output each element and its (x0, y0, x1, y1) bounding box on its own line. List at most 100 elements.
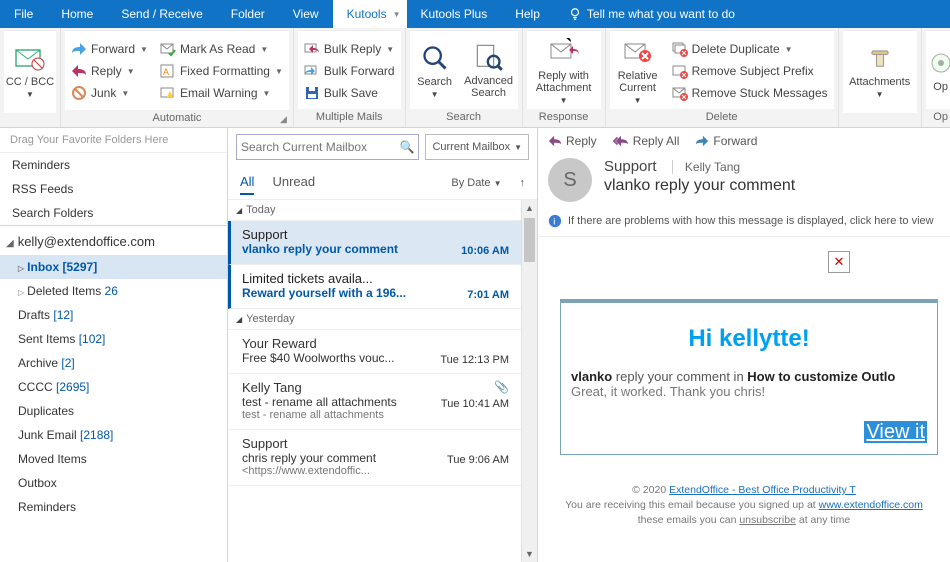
message-list-pane: 🔍 Current Mailbox▼ All Unread By Date ▼ … (228, 128, 538, 562)
chevron-down-icon: ▼ (121, 89, 129, 98)
list-scrollbar[interactable]: ▲ ▼ (521, 200, 537, 562)
menu-folder[interactable]: Folder (217, 0, 279, 28)
menu-tell-me[interactable]: Tell me what you want to do (554, 0, 749, 28)
reply-icon (548, 134, 562, 148)
folder-name: Junk Email (18, 428, 77, 442)
footer-brand-link[interactable]: ExtendOffice - Best Office Productivity … (669, 484, 856, 496)
auto-junk-button[interactable]: Junk▼ (69, 84, 150, 102)
date-group-header[interactable]: ◢Today (228, 200, 521, 221)
chevron-down-icon: ▼ (876, 90, 884, 99)
remove-stuck-button[interactable]: Remove Stuck Messages (670, 84, 830, 102)
nav-folder-archive[interactable]: Archive [2] (0, 351, 227, 375)
dialog-launcher-automatic[interactable]: ◢ (280, 114, 287, 125)
message-sender: Support (242, 436, 511, 451)
attachment-icon (864, 42, 896, 74)
unsubscribe-link[interactable]: unsubscribe (739, 514, 796, 526)
message-preview: <https://www.extendoffic... (242, 465, 511, 477)
scrollbar-thumb[interactable] (524, 218, 535, 262)
menu-help[interactable]: Help (501, 0, 554, 28)
group-label-options: Op (926, 109, 950, 127)
filter-all-tab[interactable]: All (240, 170, 254, 195)
sort-direction[interactable]: ↑ (520, 177, 526, 189)
sort-by-date[interactable]: By Date ▼ (451, 177, 501, 189)
bulk-forward-button[interactable]: Bulk Forward (302, 62, 397, 80)
reply-attach-icon (548, 36, 580, 68)
menu-kutools[interactable]: Kutools▼ (333, 0, 407, 28)
search-button[interactable]: Search▼ (410, 31, 460, 109)
search-mailbox-input[interactable]: 🔍 (236, 134, 419, 160)
folder-count: [2] (61, 356, 74, 370)
format-icon: A (160, 63, 176, 79)
message-item[interactable]: Your RewardFree $40 Woolworths vouc...Tu… (228, 330, 521, 374)
nav-reminders[interactable]: Reminders (0, 153, 227, 177)
nav-folder-moved-items[interactable]: Moved Items (0, 447, 227, 471)
favorites-drop-hint: Drag Your Favorite Folders Here (0, 128, 227, 153)
bulk-reply-button[interactable]: Bulk Reply▼ (302, 40, 397, 58)
info-icon: i (548, 214, 562, 228)
from-label: Support (604, 158, 657, 175)
email-footer: © 2020 ExtendOffice - Best Office Produc… (544, 483, 944, 528)
folder-name: Duplicates (18, 404, 74, 418)
reply-all-button[interactable]: Reply All (613, 134, 680, 148)
search-scope-dropdown[interactable]: Current Mailbox▼ (425, 134, 529, 160)
menu-view[interactable]: View (279, 0, 333, 28)
collapse-icon: ◢ (6, 238, 14, 249)
nav-folder-inbox[interactable]: ▷Inbox [5297] (0, 255, 227, 279)
reply-button[interactable]: Reply (548, 134, 597, 148)
fixed-formatting-button[interactable]: AFixed Formatting▼ (158, 62, 285, 80)
auto-reply-button[interactable]: Reply▼ (69, 62, 150, 80)
forward-button[interactable]: Forward (695, 134, 757, 148)
search-icon[interactable]: 🔍 (399, 140, 414, 154)
chevron-down-icon: ▼ (494, 179, 502, 188)
menu-kutools-plus[interactable]: Kutools Plus (407, 0, 502, 28)
options-button[interactable]: Op (926, 31, 950, 109)
folder-count: [2188] (80, 428, 113, 442)
nav-folder-deleted-items[interactable]: ▷Deleted Items 26 (0, 279, 227, 303)
nav-search-folders[interactable]: Search Folders (0, 201, 227, 225)
delete-duplicate-button[interactable]: Delete Duplicate▼ (670, 40, 830, 58)
email-warning-button[interactable]: Email Warning▼ (158, 84, 285, 102)
folder-count: [12] (53, 308, 73, 322)
nav-rss-feeds[interactable]: RSS Feeds (0, 177, 227, 201)
message-item[interactable]: Supportvlanko reply your comment10:06 AM (228, 221, 521, 265)
footer-site-link[interactable]: www.extendoffice.com (819, 499, 923, 511)
ribbon: CC / BCC▼ Forward▼ Reply▼ Junk▼ Mark As … (0, 28, 950, 128)
nav-folder-sent-items[interactable]: Sent Items [102] (0, 327, 227, 351)
message-item[interactable]: Limited tickets availa...Reward yourself… (228, 265, 521, 309)
chevron-down-icon: ▼ (431, 90, 439, 99)
attachments-button[interactable]: Attachments▼ (843, 31, 917, 109)
menu-home[interactable]: Home (47, 0, 107, 28)
date-group-header[interactable]: ◢Yesterday (228, 309, 521, 330)
folder-count: [102] (79, 332, 106, 346)
nav-folder-drafts[interactable]: Drafts [12] (0, 303, 227, 327)
nav-folder-junk-email[interactable]: Junk Email [2188] (0, 423, 227, 447)
nav-folder-reminders[interactable]: Reminders (0, 495, 227, 519)
view-it-link[interactable]: View it (571, 421, 927, 444)
mark-as-read-button[interactable]: Mark As Read▼ (158, 40, 285, 58)
message-time: 7:01 AM (467, 289, 509, 301)
bulk-save-button[interactable]: Bulk Save (302, 84, 397, 102)
message-item[interactable]: 📎Kelly Tangtest - rename all attachments… (228, 374, 521, 430)
search-field[interactable] (241, 140, 395, 154)
chevron-down-icon: ▼ (560, 96, 568, 105)
reply-with-attachment-button[interactable]: Reply with Attachment▼ (527, 31, 601, 109)
message-item[interactable]: Supportchris reply your comment<https://… (228, 430, 521, 486)
nav-folder-cccc[interactable]: CCCC [2695] (0, 375, 227, 399)
menu-file[interactable]: File (0, 0, 47, 28)
broken-image-icon: ✕ (828, 251, 850, 273)
filter-unread-tab[interactable]: Unread (272, 170, 315, 195)
cc-bcc-button[interactable]: CC / BCC▼ (4, 31, 56, 109)
relative-current-button[interactable]: Relative Current▼ (610, 31, 666, 109)
menu-send-receive[interactable]: Send / Receive (107, 0, 216, 28)
remove-subject-prefix-button[interactable]: Remove Subject Prefix (670, 62, 830, 80)
display-problems-infobar[interactable]: i If there are problems with how this me… (538, 210, 950, 236)
nav-folder-duplicates[interactable]: Duplicates (0, 399, 227, 423)
reading-pane: Reply Reply All Forward S Support Kelly … (538, 128, 950, 562)
to-label: Kelly Tang (672, 160, 740, 174)
nav-account[interactable]: ◢kelly@extendoffice.com (0, 225, 227, 255)
scroll-up-icon[interactable]: ▲ (522, 200, 537, 216)
nav-folder-outbox[interactable]: Outbox (0, 471, 227, 495)
scroll-down-icon[interactable]: ▼ (522, 546, 537, 562)
advanced-search-button[interactable]: Advanced Search (460, 31, 518, 109)
auto-forward-button[interactable]: Forward▼ (69, 40, 150, 58)
